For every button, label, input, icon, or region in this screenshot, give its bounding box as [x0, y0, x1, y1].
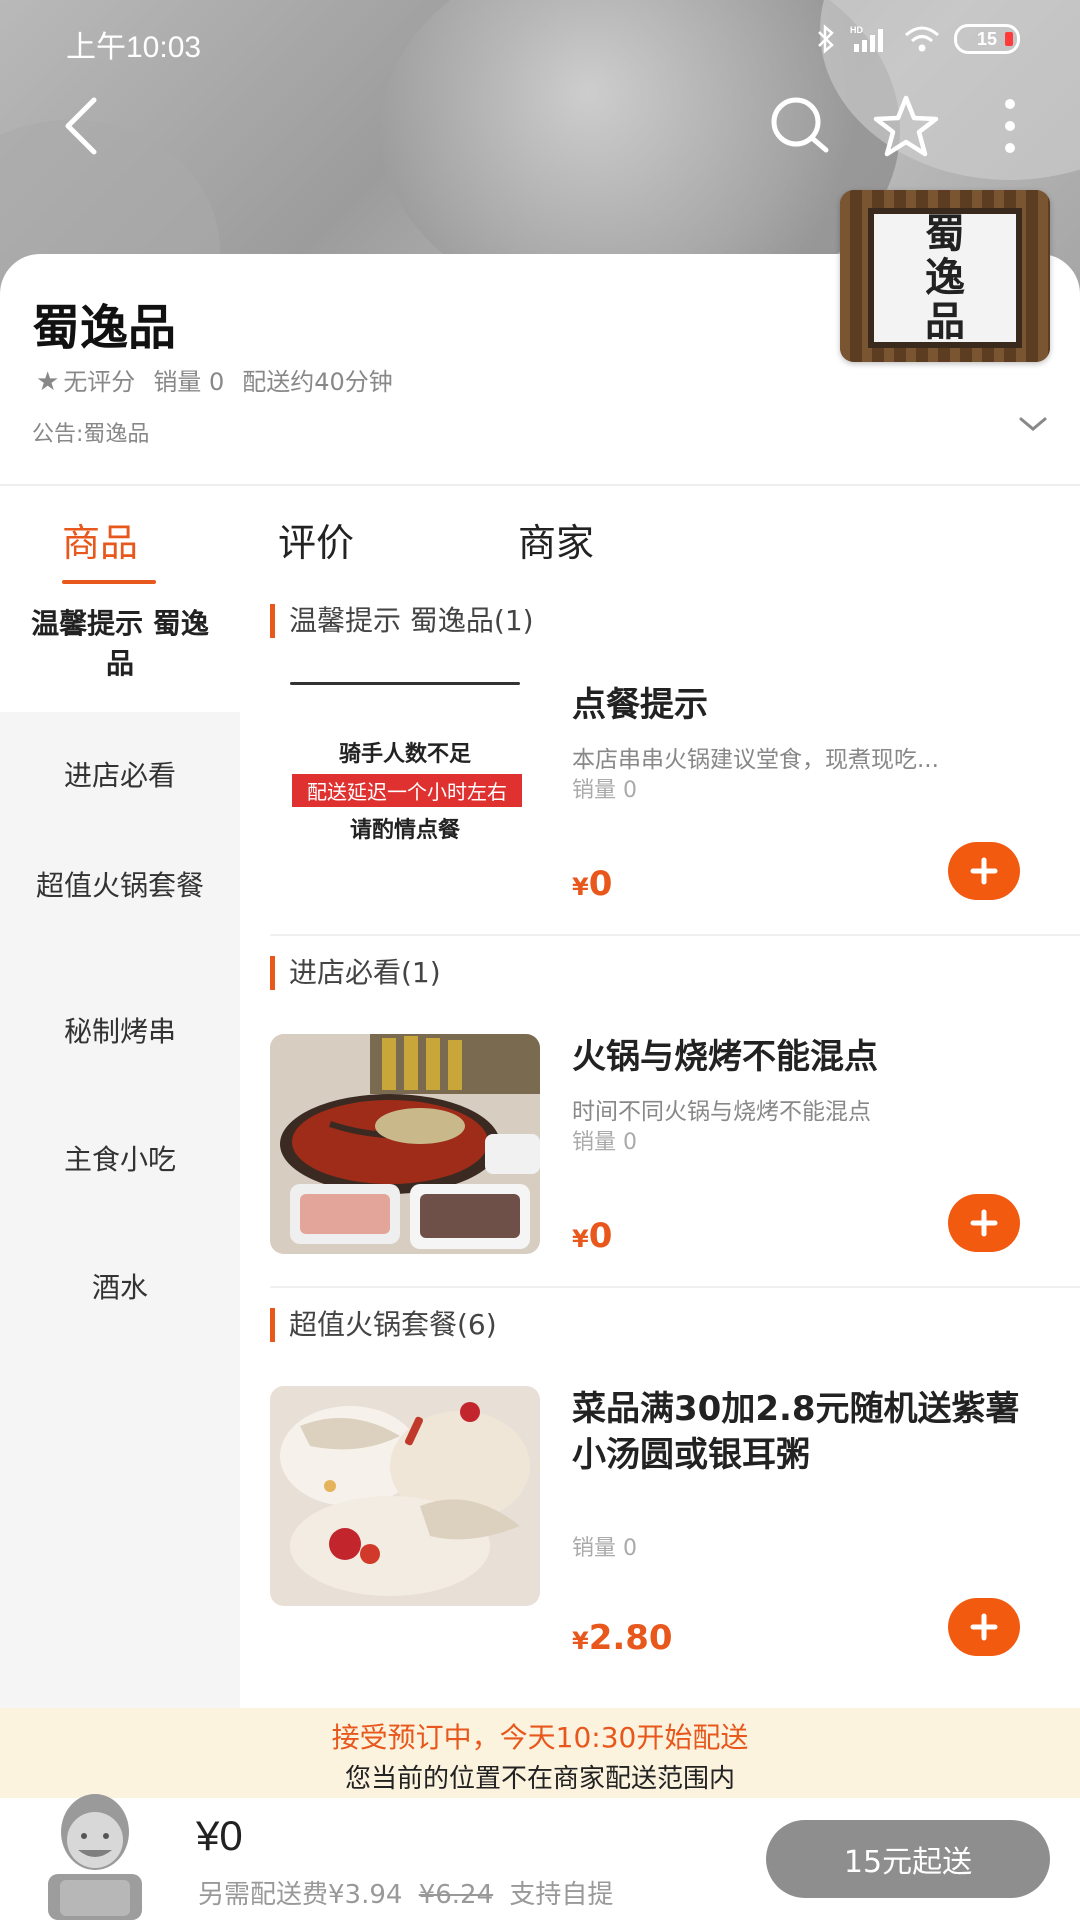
product-name: 点餐提示	[572, 685, 708, 725]
store-sales: 销量 0	[153, 368, 225, 396]
product-description: 本店串串火锅建议堂食，现煮现吃...	[572, 747, 939, 773]
product-item[interactable]: 骑手人数不足 配送延迟一个小时左右 请酌情点餐 点餐提示 本店串串火锅建议堂食，…	[270, 682, 1080, 922]
currency: ¥	[572, 1225, 589, 1253]
delivery-range-notice: 您当前的位置不在商家配送范围内	[344, 1764, 735, 1794]
add-to-cart-button[interactable]	[948, 1598, 1020, 1656]
rating-text: 无评分	[63, 368, 136, 396]
original-delivery-fee: ¥6.24	[418, 1880, 494, 1910]
cart-mascot-icon[interactable]	[30, 1770, 160, 1920]
self-pickup-label: 支持自提	[509, 1880, 614, 1910]
product-sales: 销量 0	[572, 1130, 637, 1155]
currency: ¥	[572, 873, 589, 901]
product-sales: 销量 0	[572, 1536, 637, 1561]
section-title: 温馨提示 蜀逸品(1)	[270, 604, 534, 638]
add-to-cart-button[interactable]	[948, 1194, 1020, 1252]
bluetooth-icon	[818, 24, 834, 54]
status-time: 上午10:03	[66, 31, 202, 64]
delivery-fee: 另需配送费¥3.94	[198, 1880, 403, 1910]
tab-products[interactable]: 商品	[62, 512, 138, 567]
tab-indicator	[62, 580, 156, 584]
section-title: 进店必看(1)	[270, 956, 441, 990]
favorite-button[interactable]	[866, 86, 946, 166]
back-arrow-icon	[65, 97, 97, 155]
back-button[interactable]	[40, 86, 120, 166]
product-image: 骑手人数不足 配送延迟一个小时左右 请酌情点餐	[270, 682, 540, 902]
product-price: ¥2.80	[572, 1618, 673, 1658]
divider	[0, 484, 1080, 486]
product-price: ¥0	[572, 1216, 612, 1256]
more-vertical-icon	[1005, 99, 1015, 153]
product-sales: 销量 0	[572, 778, 637, 803]
booking-status: 接受预订中，今天10:30开始配送	[331, 1721, 749, 1754]
store-name: 蜀逸品	[32, 300, 177, 356]
wifi-icon	[905, 26, 939, 52]
tab-bar: 商品 评价 商家	[0, 500, 1080, 590]
search-button[interactable]	[760, 86, 840, 166]
sidebar-item-skewers[interactable]: 秘制烤串	[0, 1012, 240, 1052]
logo-char: 逸	[925, 255, 965, 301]
svg-text:HD: HD	[850, 25, 863, 35]
store-logo[interactable]: 蜀 逸 品	[840, 190, 1050, 362]
plus-icon	[970, 1209, 998, 1237]
product-image	[270, 1034, 540, 1254]
sidebar-item-drinks[interactable]: 酒水	[0, 1268, 240, 1308]
category-sidebar: 温馨提示 蜀逸品 进店必看 超值火锅套餐 秘制烤串 主食小吃 酒水	[0, 590, 240, 1710]
product-item[interactable]: 火锅与烧烤不能混点 时间不同火锅与烧烤不能混点 销量 0 ¥0	[270, 1034, 1080, 1274]
sidebar-item-tips[interactable]: 温馨提示 蜀逸品	[0, 590, 240, 712]
section-title: 超值火锅套餐(6)	[270, 1308, 497, 1342]
search-icon	[771, 97, 829, 153]
plus-icon	[970, 857, 998, 885]
more-button[interactable]	[970, 86, 1050, 166]
store-meta: ★ 无评分 销量 0 配送约40分钟	[36, 362, 393, 397]
divider	[270, 1286, 1080, 1288]
product-name: 菜品满30加2.8元随机送紫薯小汤圆或银耳粥	[572, 1389, 1020, 1475]
delivery-fee-info: 另需配送费¥3.94 ¥6.24 支持自提	[198, 1874, 613, 1911]
price-value: 0	[588, 864, 613, 904]
booking-notice-bar: 接受预订中，今天10:30开始配送 您当前的位置不在商家配送范围内	[0, 1708, 1080, 1798]
star-icon: ★	[36, 367, 60, 397]
currency: ¥	[572, 1627, 589, 1655]
logo-char: 品	[925, 299, 965, 345]
tab-reviews[interactable]: 评价	[278, 512, 354, 567]
logo-char: 蜀	[925, 211, 965, 257]
sidebar-item-must-see[interactable]: 进店必看	[0, 756, 240, 796]
sidebar-item-snacks[interactable]: 主食小吃	[0, 1140, 240, 1180]
product-description: 时间不同火锅与烧烤不能混点	[572, 1099, 871, 1125]
sidebar-item-hotpot-sets[interactable]: 超值火锅套餐	[0, 866, 240, 906]
image-text: 请酌情点餐	[349, 817, 460, 843]
add-to-cart-button[interactable]	[948, 842, 1020, 900]
image-text: 骑手人数不足	[338, 741, 471, 767]
image-text: 配送延迟一个小时左右	[292, 774, 522, 807]
cart-total: ¥0	[196, 1812, 243, 1859]
chevron-down-icon	[1019, 417, 1047, 431]
store-page: 上午10:03 HD 15 蜀逸品 蜀 逸 品 ★ 无评分 销量 0 配送约40…	[0, 0, 1080, 1920]
battery-level: 15	[976, 28, 998, 49]
product-name: 火锅与烧烤不能混点	[572, 1037, 878, 1077]
divider	[270, 934, 1080, 936]
product-price: ¥0	[572, 864, 612, 904]
status-bar: 上午10:03 HD 15	[0, 0, 1080, 80]
signal-icon: HD	[850, 25, 883, 52]
product-item[interactable]: 菜品满30加2.8元随机送紫薯小汤圆或银耳粥 销量 0 ¥2.80	[270, 1386, 1080, 1686]
delivery-time: 配送约40分钟	[242, 368, 393, 396]
checkout-button[interactable]: 15元起送	[766, 1820, 1050, 1898]
price-value: 2.80	[588, 1618, 673, 1658]
tab-merchant[interactable]: 商家	[518, 512, 594, 567]
plus-icon	[970, 1613, 998, 1641]
battery-icon: 15	[954, 24, 1020, 54]
rating: ★ 无评分	[36, 362, 135, 397]
expand-notice-button[interactable]	[1018, 414, 1048, 438]
star-outline-icon	[873, 95, 939, 157]
price-value: 0	[588, 1216, 613, 1256]
product-image	[270, 1386, 540, 1606]
store-notice: 公告:蜀逸品	[32, 422, 150, 447]
